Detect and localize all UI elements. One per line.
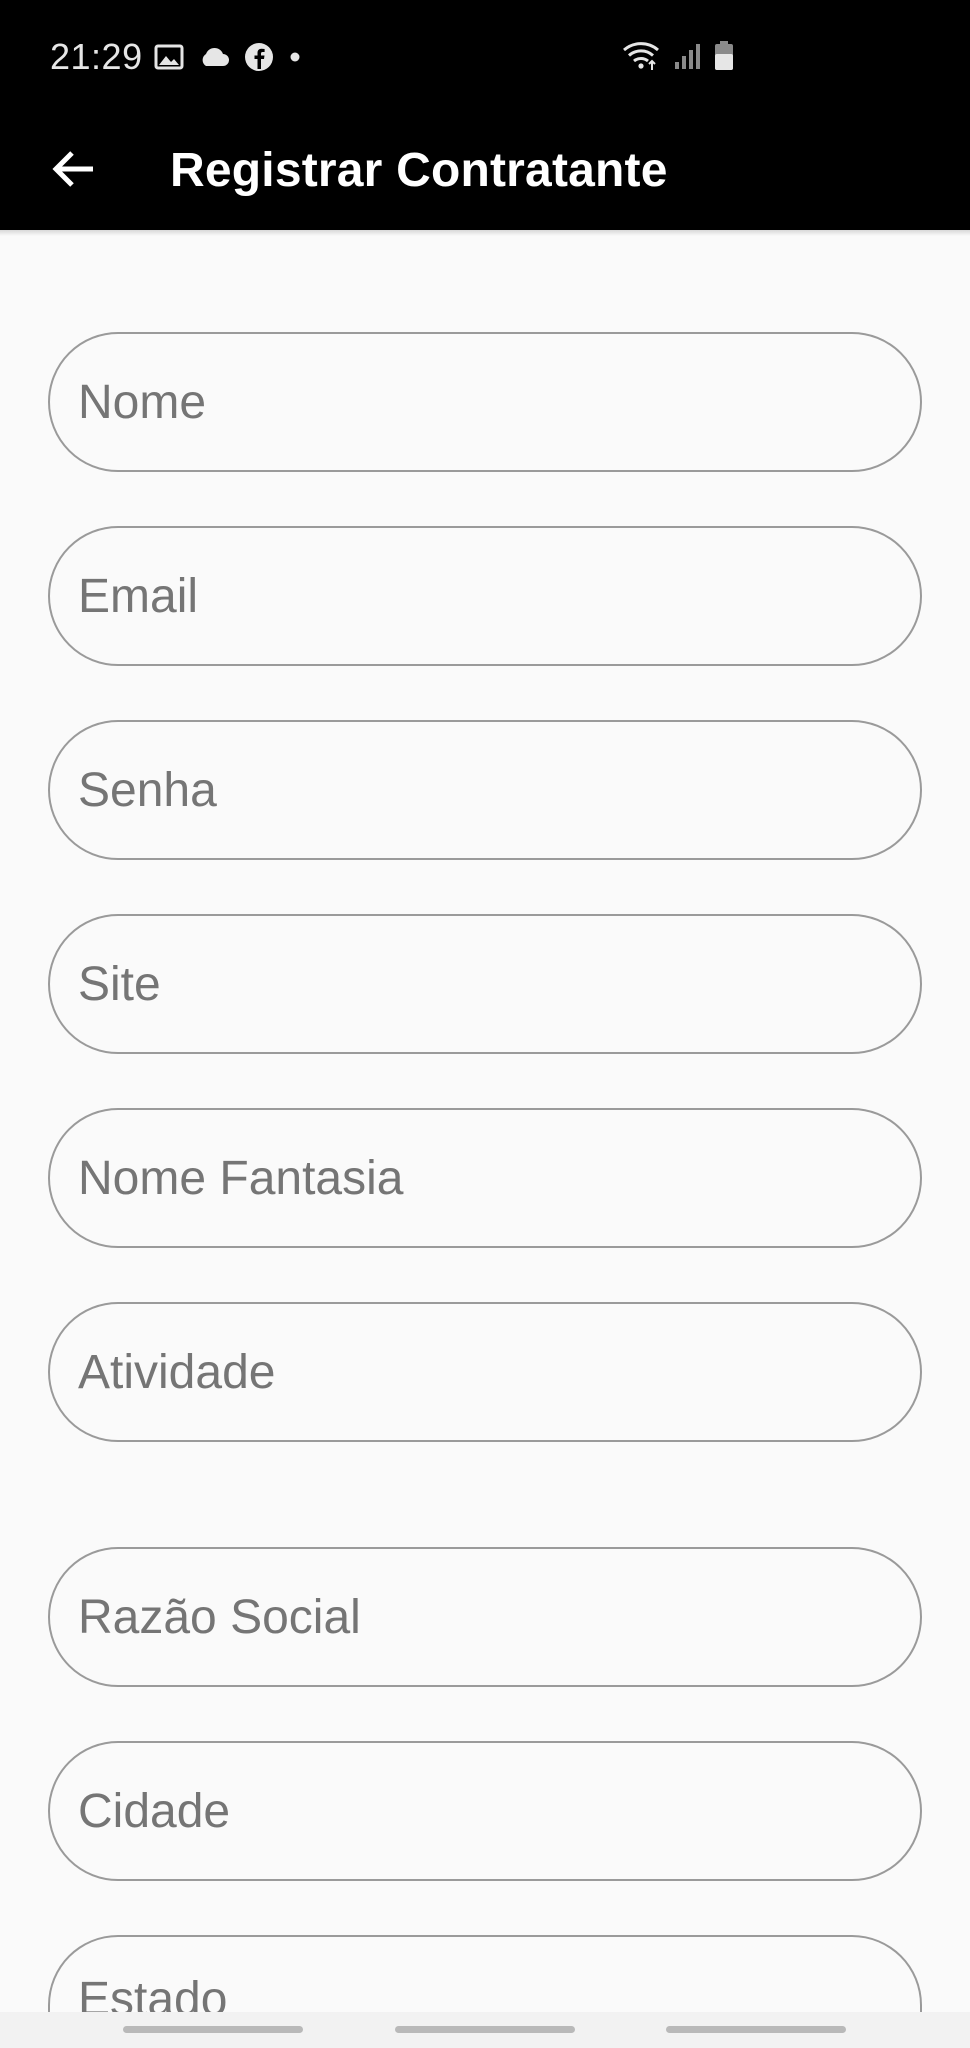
nome-field-placeholder: Nome (78, 375, 207, 429)
site-field[interactable]: Site (48, 914, 922, 1054)
senha-field[interactable]: Senha (48, 720, 922, 860)
site-field-placeholder: Site (78, 957, 161, 1011)
nome-field[interactable]: Nome (48, 332, 922, 472)
email-field-placeholder: Email (78, 569, 199, 623)
cloud-icon (198, 46, 230, 73)
senha-field-placeholder: Senha (78, 763, 217, 817)
back-button[interactable] (38, 136, 108, 206)
nome-fantasia-field-placeholder: Nome Fantasia (78, 1151, 404, 1205)
wifi-icon (622, 40, 662, 77)
app-bar-shadow (0, 230, 970, 236)
status-notification-icons (154, 42, 302, 77)
page-title: Registrar Contratante (170, 144, 668, 197)
atividade-field-placeholder: Atividade (78, 1345, 276, 1399)
nome-fantasia-field[interactable]: Nome Fantasia (48, 1108, 922, 1248)
arrow-left-icon (51, 149, 95, 194)
cidade-field-placeholder: Cidade (78, 1784, 231, 1838)
nav-recents-handle[interactable] (123, 2026, 303, 2033)
cidade-field[interactable]: Cidade (48, 1741, 922, 1881)
nav-back-handle[interactable] (666, 2026, 846, 2033)
email-field[interactable]: Email (48, 526, 922, 666)
status-time: 21:29 (50, 36, 143, 77)
razao-social-field-placeholder: Razão Social (78, 1590, 361, 1644)
battery-icon (714, 41, 734, 76)
atividade-field[interactable]: Atividade (48, 1302, 922, 1442)
facebook-icon (244, 42, 274, 77)
signal-icon (674, 42, 702, 75)
image-icon (154, 43, 184, 76)
razao-social-field[interactable]: Razão Social (48, 1547, 922, 1687)
estado-field-placeholder: Estado (78, 1973, 228, 2013)
nav-home-handle[interactable] (395, 2026, 575, 2033)
estado-field[interactable]: Estado (48, 1935, 922, 2012)
status-bar: 21:29 (0, 0, 970, 116)
status-system-icons (622, 40, 734, 77)
dot-icon (288, 50, 302, 69)
